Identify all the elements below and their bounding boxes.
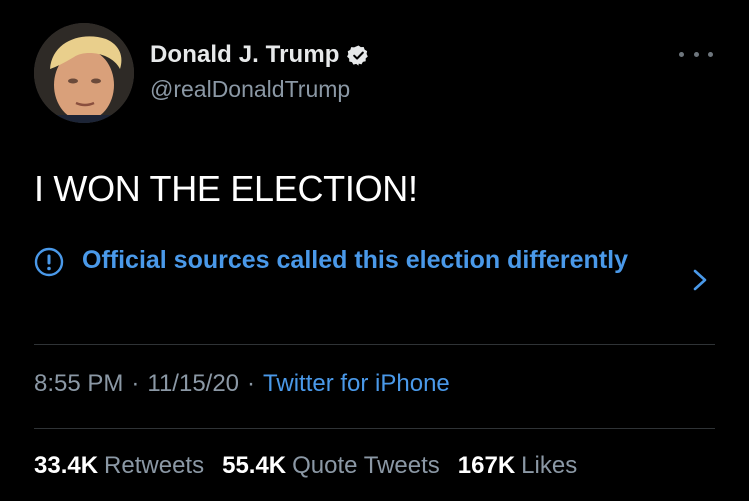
tweet-source[interactable]: Twitter for iPhone: [263, 370, 450, 397]
election-notice[interactable]: Official sources called this election di…: [34, 243, 714, 315]
avatar[interactable]: [34, 23, 134, 123]
display-name[interactable]: Donald J. Trump: [150, 41, 340, 69]
notice-text[interactable]: Official sources called this election di…: [82, 243, 642, 277]
tweet-date[interactable]: 11/15/20: [147, 370, 239, 397]
divider: [34, 428, 715, 429]
tweet-meta: 8:55 PM · 11/15/20 · Twitter for iPhone: [34, 370, 450, 398]
avatar-photo: [34, 23, 134, 123]
stat-count: 167K: [457, 452, 516, 479]
tweet-text: I WON THE ELECTION!: [34, 168, 418, 209]
verified-badge-icon: [346, 44, 370, 67]
stat-count: 33.4K: [34, 452, 99, 479]
chevron-right-icon[interactable]: [690, 265, 710, 295]
stat-retweets[interactable]: 33.4K Retweets: [34, 452, 204, 480]
tweet-stats: 33.4K Retweets 55.4K Quote Tweets 167K Like…: [34, 452, 595, 480]
stat-label: Quote Tweets: [292, 452, 440, 479]
more-options-icon[interactable]: [679, 44, 713, 64]
user-handle[interactable]: @realDonaldTrump: [150, 76, 370, 103]
exclamation-circle-icon: [34, 247, 64, 277]
divider: [34, 344, 715, 345]
meta-separator: ·: [247, 370, 256, 397]
meta-separator: ·: [131, 370, 140, 397]
stat-label: Retweets: [104, 452, 205, 479]
stat-label: Likes: [521, 452, 578, 479]
tweet-detail: Donald J. Trump @realDonaldTrump I WON T…: [0, 0, 749, 501]
stat-likes[interactable]: 167K Likes: [458, 452, 577, 480]
stat-count: 55.4K: [222, 452, 287, 479]
user-names: Donald J. Trump @realDonaldTrump: [150, 40, 370, 103]
stat-quote-tweets[interactable]: 55.4K Quote Tweets: [222, 452, 440, 480]
tweet-time[interactable]: 8:55 PM: [34, 370, 123, 397]
display-name-row: Donald J. Trump: [150, 40, 370, 70]
